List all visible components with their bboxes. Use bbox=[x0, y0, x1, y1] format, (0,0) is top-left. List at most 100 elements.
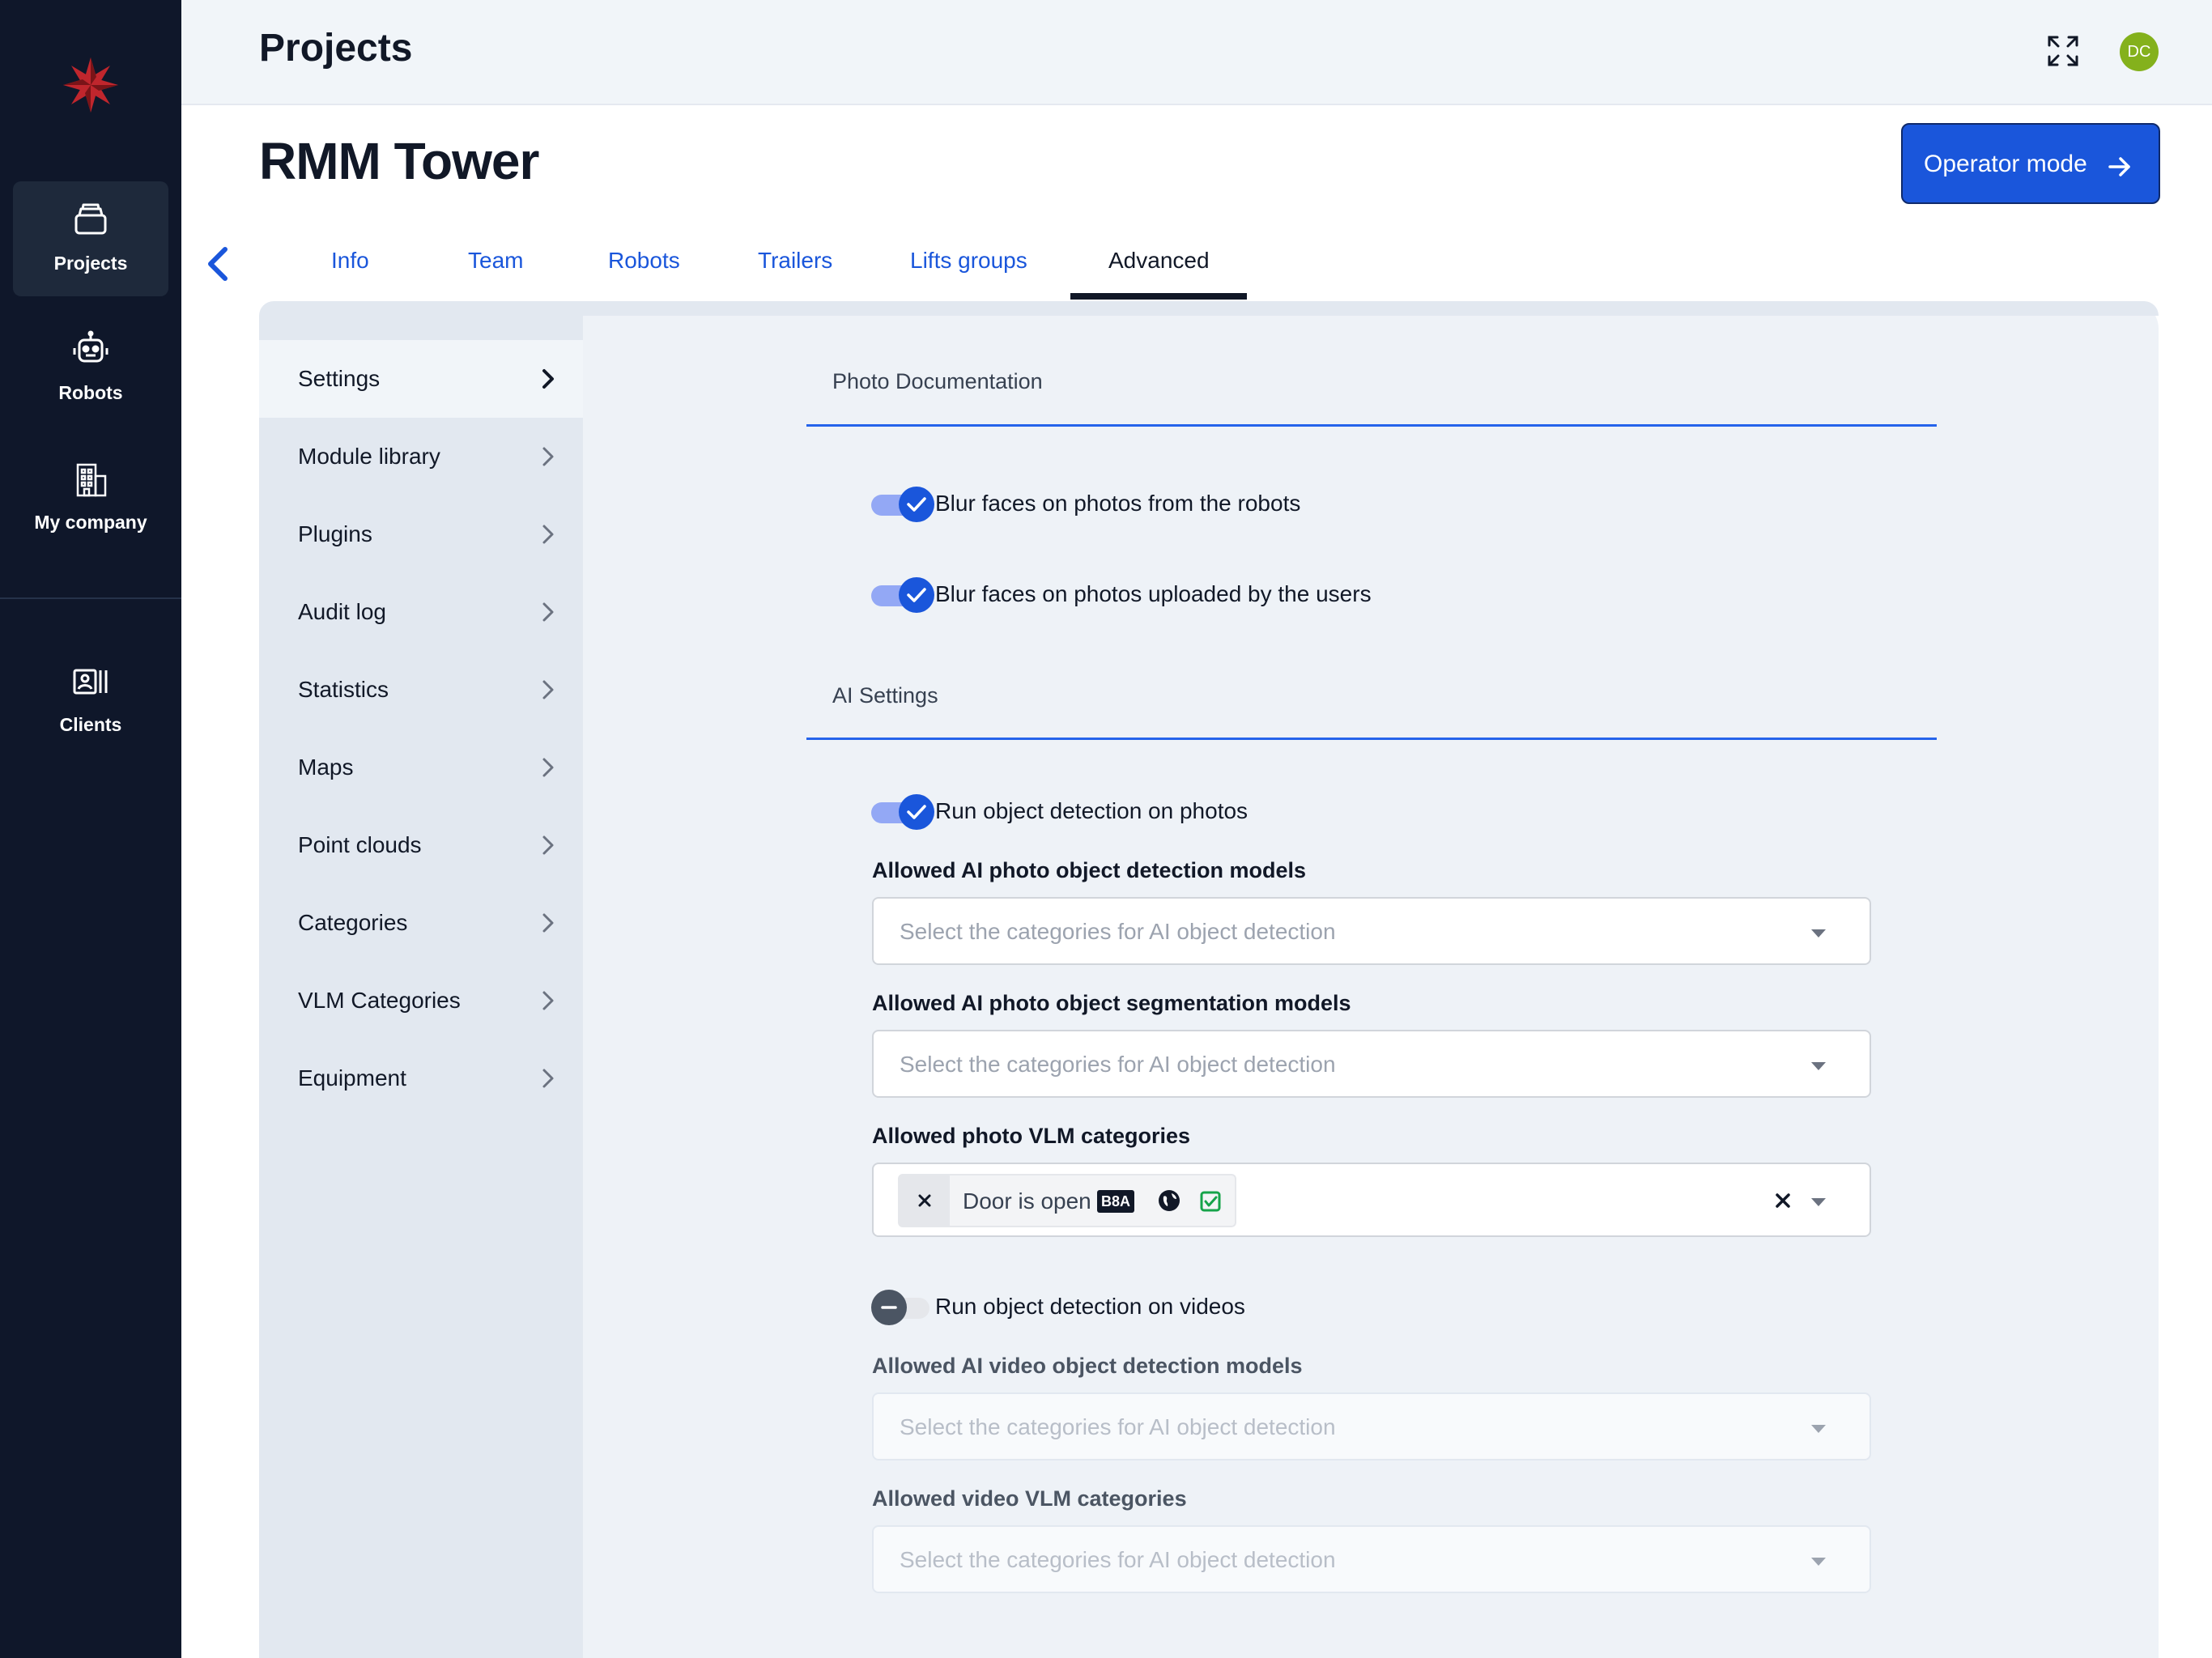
field-label: Allowed AI video object detection models bbox=[872, 1354, 1303, 1378]
tab-trailers[interactable]: Trailers bbox=[758, 248, 832, 274]
photo-detection-models-select[interactable]: Select the categories for AI object dete… bbox=[872, 897, 1871, 965]
nav-item-clients[interactable]: Clients bbox=[13, 643, 168, 758]
toggle-label: Blur faces on photos from the robots bbox=[935, 491, 1301, 516]
clear-icon[interactable] bbox=[1774, 1192, 1792, 1209]
toggle-run-videos[interactable] bbox=[871, 1290, 939, 1325]
chip-label: Door is open bbox=[963, 1188, 1091, 1214]
selected-chip: Door is open B8A bbox=[898, 1174, 1236, 1227]
chevron-right-icon bbox=[542, 602, 554, 622]
chevron-right-icon bbox=[542, 758, 554, 777]
caret-down-icon bbox=[1811, 1198, 1826, 1206]
caret-down-icon bbox=[1811, 1425, 1826, 1433]
toggle-knob bbox=[899, 487, 934, 522]
chevron-right-icon bbox=[542, 835, 554, 855]
chevron-right-icon bbox=[542, 680, 554, 699]
project-title: RMM Tower bbox=[259, 132, 539, 190]
app-sidebar: Projects Robots My company Clients bbox=[0, 0, 181, 1658]
subnav-label: Equipment bbox=[298, 1065, 406, 1090]
video-vlm-categories-select[interactable]: Select the categories for AI object dete… bbox=[872, 1525, 1871, 1593]
toggle-label: Run object detection on videos bbox=[935, 1294, 1245, 1319]
close-icon bbox=[918, 1194, 931, 1207]
nav-label: Robots bbox=[58, 382, 123, 403]
minus-icon bbox=[881, 1306, 897, 1309]
nav-divider bbox=[0, 597, 181, 599]
subnav-item-point-clouds[interactable]: Point clouds bbox=[259, 806, 583, 884]
back-chevron-icon[interactable] bbox=[202, 244, 235, 283]
check-icon bbox=[907, 805, 926, 819]
operator-mode-label: Operator mode bbox=[1924, 151, 2087, 177]
toggle-run-photos[interactable] bbox=[871, 794, 939, 830]
caret-down-icon bbox=[1811, 1558, 1826, 1566]
company-logo-icon[interactable] bbox=[57, 57, 125, 113]
section-divider bbox=[806, 738, 1937, 740]
select-placeholder: Select the categories for AI object dete… bbox=[900, 1052, 1336, 1077]
nav-item-projects[interactable]: Projects bbox=[13, 181, 168, 296]
section-divider bbox=[806, 424, 1937, 427]
top-bar: Projects bbox=[181, 0, 2212, 105]
subnav-item-categories[interactable]: Categories bbox=[259, 884, 583, 962]
section-title-ai-settings: AI Settings bbox=[832, 683, 938, 708]
photo-segmentation-models-select[interactable]: Select the categories for AI object dete… bbox=[872, 1030, 1871, 1098]
field-label: Allowed AI photo object detection models bbox=[872, 858, 1307, 882]
tab-advanced[interactable]: Advanced bbox=[1108, 248, 1210, 274]
subnav-item-equipment[interactable]: Equipment bbox=[259, 1039, 583, 1117]
tab-info[interactable]: Info bbox=[331, 248, 369, 274]
toggle-label: Run object detection on photos bbox=[935, 798, 1249, 823]
toggle-blur-users[interactable] bbox=[871, 577, 939, 613]
subnav-label: Statistics bbox=[298, 677, 389, 702]
caret-down-icon bbox=[1811, 1062, 1826, 1070]
subnav-item-vlm-categories[interactable]: VLM Categories bbox=[259, 962, 583, 1039]
nav-label: My company bbox=[34, 512, 147, 533]
nav-label: Clients bbox=[59, 714, 122, 735]
chevron-right-icon bbox=[542, 1069, 554, 1088]
select-placeholder: Select the categories for AI object dete… bbox=[900, 919, 1336, 944]
subnav-item-audit-log[interactable]: Audit log bbox=[259, 573, 583, 651]
chevron-right-icon bbox=[542, 369, 554, 389]
toggle-knob bbox=[871, 1290, 907, 1325]
subnav-label: Settings bbox=[298, 366, 381, 391]
check-icon bbox=[907, 497, 926, 512]
globe-icon bbox=[1159, 1190, 1180, 1211]
chip-badge: B8A bbox=[1097, 1190, 1135, 1213]
field-label: Allowed photo VLM categories bbox=[872, 1124, 1191, 1148]
toggle-knob bbox=[899, 577, 934, 613]
check-square-icon bbox=[1200, 1191, 1221, 1212]
subnav-label: Maps bbox=[298, 755, 354, 780]
subnav-label: Audit log bbox=[298, 599, 386, 624]
nav-label: Projects bbox=[53, 253, 128, 274]
chevron-right-icon bbox=[542, 913, 554, 933]
check-icon bbox=[907, 588, 926, 602]
chevron-right-icon bbox=[542, 447, 554, 466]
select-placeholder: Select the categories for AI object dete… bbox=[900, 1547, 1336, 1572]
fullscreen-icon[interactable] bbox=[2046, 34, 2080, 68]
subnav-item-statistics[interactable]: Statistics bbox=[259, 651, 583, 729]
subnav-label: Categories bbox=[298, 910, 408, 935]
subnav-item-module-library[interactable]: Module library bbox=[259, 418, 583, 495]
subnav-item-settings[interactable]: Settings bbox=[259, 340, 583, 418]
caret-down-icon bbox=[1811, 929, 1826, 937]
tab-lifts-groups[interactable]: Lifts groups bbox=[910, 248, 1027, 274]
panel-top-strip bbox=[259, 301, 2159, 316]
user-avatar[interactable]: DC bbox=[2120, 32, 2159, 71]
chevron-right-icon bbox=[542, 525, 554, 544]
building-icon bbox=[76, 463, 107, 497]
video-detection-models-select[interactable]: Select the categories for AI object dete… bbox=[872, 1392, 1871, 1460]
active-tab-indicator bbox=[1070, 293, 1247, 300]
section-title-photo-documentation: Photo Documentation bbox=[832, 369, 1043, 393]
subnav-item-plugins[interactable]: Plugins bbox=[259, 495, 583, 573]
tab-robots[interactable]: Robots bbox=[608, 248, 680, 274]
nav-item-my-company[interactable]: My company bbox=[13, 440, 168, 555]
subnav-item-maps[interactable]: Maps bbox=[259, 729, 583, 806]
nav-item-robots[interactable]: Robots bbox=[13, 311, 168, 426]
field-label: Allowed AI photo object segmentation mod… bbox=[872, 991, 1351, 1015]
toggle-blur-robots[interactable] bbox=[871, 487, 939, 522]
photo-vlm-categories-select[interactable]: Door is open B8A bbox=[872, 1163, 1871, 1237]
subnav-label: Module library bbox=[298, 444, 440, 469]
robot-icon bbox=[73, 330, 108, 363]
select-placeholder: Select the categories for AI object dete… bbox=[900, 1414, 1336, 1439]
subnav-label: Plugins bbox=[298, 521, 372, 546]
page-title: Projects bbox=[259, 27, 413, 70]
operator-mode-button[interactable]: Operator mode bbox=[1901, 123, 2160, 204]
chip-remove-button[interactable] bbox=[900, 1175, 950, 1226]
tab-team[interactable]: Team bbox=[468, 248, 523, 274]
